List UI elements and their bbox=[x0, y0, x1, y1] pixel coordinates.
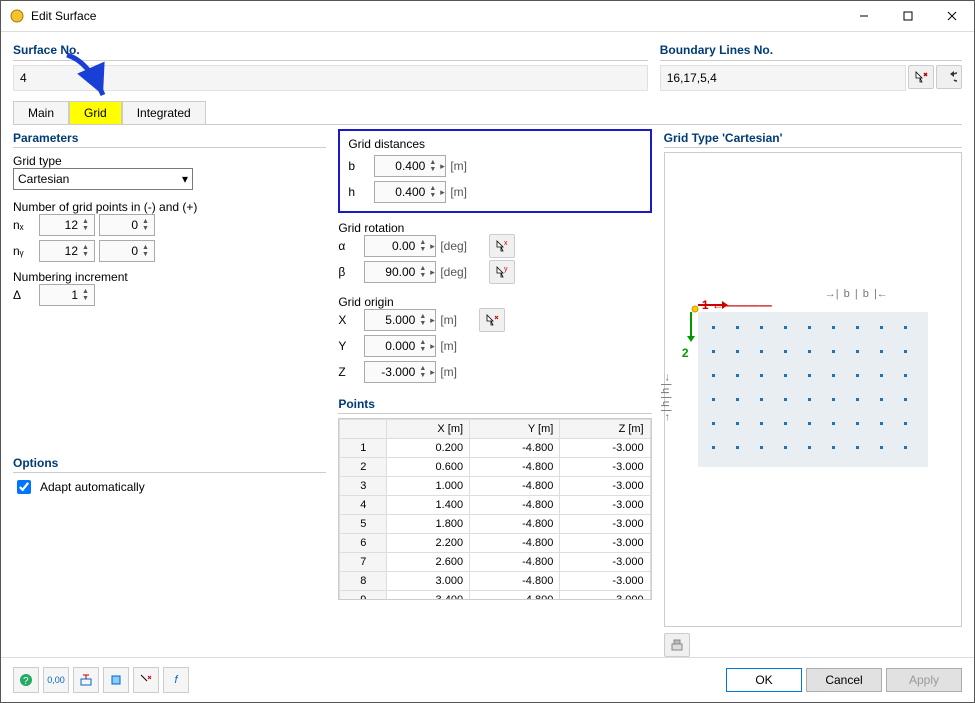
axis2-arrow bbox=[686, 312, 696, 342]
units-icon[interactable]: 0,00 bbox=[43, 667, 69, 693]
tab-main[interactable]: Main bbox=[13, 101, 69, 124]
points-heading: Points bbox=[338, 397, 651, 414]
preview-heading: Grid Type 'Cartesian' bbox=[664, 131, 962, 148]
nx-minus-input[interactable]: ▲▼ bbox=[39, 214, 95, 236]
ny-plus-input[interactable]: ▲▼ bbox=[99, 240, 155, 262]
pick-beta-icon[interactable]: y bbox=[489, 260, 515, 284]
svg-text:x: x bbox=[504, 240, 508, 247]
b-label: b bbox=[348, 159, 370, 173]
apply-button[interactable]: Apply bbox=[886, 668, 962, 692]
origin-marker bbox=[690, 304, 700, 314]
table-row[interactable]: 10.200-4.800-3.000 bbox=[340, 439, 650, 458]
adapt-checkbox[interactable] bbox=[17, 480, 31, 494]
col-z: Z [m] bbox=[560, 420, 650, 439]
boundary-field[interactable]: 16,17,5,4 bbox=[660, 65, 906, 91]
points-table: X [m] Y [m] Z [m] 10.200-4.800-3.00020.6… bbox=[339, 419, 650, 600]
help-icon[interactable]: ? bbox=[13, 667, 39, 693]
axis1-arrow bbox=[698, 300, 728, 310]
table-row[interactable]: 41.400-4.800-3.000 bbox=[340, 496, 650, 515]
grid-type-label: Grid type bbox=[13, 154, 326, 168]
svg-text:?: ? bbox=[23, 676, 29, 687]
tool-icon-4[interactable]: f bbox=[163, 667, 189, 693]
chevron-down-icon: ▾ bbox=[182, 172, 188, 186]
h-label: h bbox=[348, 185, 370, 199]
beta-input[interactable]: ▲▼▸ bbox=[364, 261, 436, 283]
svg-text:y: y bbox=[504, 266, 508, 273]
tab-integrated[interactable]: Integrated bbox=[122, 101, 206, 124]
table-row[interactable]: 51.800-4.800-3.000 bbox=[340, 515, 650, 534]
table-row[interactable]: 31.000-4.800-3.000 bbox=[340, 477, 650, 496]
origin-x-label: X bbox=[338, 313, 360, 327]
rotation-heading: Grid rotation bbox=[338, 221, 651, 235]
grid-points-label: Number of grid points in (-) and (+) bbox=[13, 200, 326, 214]
origin-y-input[interactable]: ▲▼▸ bbox=[364, 335, 436, 357]
tool-icon-1[interactable] bbox=[73, 667, 99, 693]
incr-sym: Δ bbox=[13, 288, 35, 302]
ny-minus-input[interactable]: ▲▼ bbox=[39, 240, 95, 262]
surface-no-field[interactable]: 4 bbox=[13, 65, 648, 91]
grid-type-select[interactable]: Cartesian ▾ bbox=[13, 168, 193, 190]
col-y: Y [m] bbox=[470, 420, 560, 439]
nx-plus-input[interactable]: ▲▼ bbox=[99, 214, 155, 236]
window-title: Edit Surface bbox=[31, 9, 96, 23]
incr-label: Numbering increment bbox=[13, 270, 326, 284]
ok-button[interactable]: OK bbox=[726, 668, 802, 692]
grid-dots bbox=[698, 312, 928, 467]
tool-icon-2[interactable] bbox=[103, 667, 129, 693]
tab-grid[interactable]: Grid bbox=[69, 101, 122, 124]
dialog-footer: ? 0,00 f OK Cancel Apply bbox=[1, 657, 974, 702]
beta-label: β bbox=[338, 265, 360, 279]
dim-b: →| b | b |← bbox=[825, 288, 888, 300]
maximize-button[interactable] bbox=[886, 1, 930, 31]
b-input[interactable]: ▲▼▸ bbox=[374, 155, 446, 177]
origin-y-label: Y bbox=[338, 339, 360, 353]
parameters-heading: Parameters bbox=[13, 131, 326, 148]
ny-label: nᵧ bbox=[13, 244, 35, 258]
table-row[interactable]: 20.600-4.800-3.000 bbox=[340, 458, 650, 477]
titlebar: Edit Surface bbox=[1, 1, 974, 32]
origin-z-input[interactable]: ▲▼▸ bbox=[364, 361, 436, 383]
table-row[interactable]: 83.000-4.800-3.000 bbox=[340, 572, 650, 591]
points-table-wrap[interactable]: X [m] Y [m] Z [m] 10.200-4.800-3.00020.6… bbox=[338, 418, 651, 600]
cancel-button[interactable]: Cancel bbox=[806, 668, 882, 692]
alpha-label: α bbox=[338, 239, 360, 253]
origin-heading: Grid origin bbox=[338, 295, 651, 309]
alpha-input[interactable]: ▲▼▸ bbox=[364, 235, 436, 257]
surface-no-label: Surface No. bbox=[13, 40, 648, 61]
reverse-icon[interactable] bbox=[936, 65, 962, 89]
nx-label: nₓ bbox=[13, 218, 35, 232]
tab-bar: Main Grid Integrated bbox=[13, 101, 962, 124]
origin-z-label: Z bbox=[338, 365, 360, 379]
table-row[interactable]: 72.600-4.800-3.000 bbox=[340, 553, 650, 572]
h-input[interactable]: ▲▼▸ bbox=[374, 181, 446, 203]
adapt-label: Adapt automatically bbox=[40, 480, 145, 494]
pick-lines-icon[interactable] bbox=[908, 65, 934, 89]
table-row[interactable]: 62.200-4.800-3.000 bbox=[340, 534, 650, 553]
origin-x-input[interactable]: ▲▼▸ bbox=[364, 309, 436, 331]
minimize-button[interactable] bbox=[842, 1, 886, 31]
close-button[interactable] bbox=[930, 1, 974, 31]
table-row[interactable]: 93.400-4.800-3.000 bbox=[340, 591, 650, 601]
preview-tool-icon[interactable] bbox=[664, 633, 690, 657]
distances-heading: Grid distances bbox=[348, 137, 641, 151]
boundary-label: Boundary Lines No. bbox=[660, 40, 962, 61]
incr-input[interactable]: ▲▼ bbox=[39, 284, 95, 306]
col-x: X [m] bbox=[387, 420, 470, 439]
axis-2: 2 bbox=[682, 346, 689, 360]
grid-distances-group: Grid distances b ▲▼▸ [m] h ▲▼▸ [m] bbox=[338, 129, 651, 213]
tool-icon-3[interactable] bbox=[133, 667, 159, 693]
dim-h: →| h | h |← bbox=[660, 372, 672, 423]
pick-alpha-icon[interactable]: x bbox=[489, 234, 515, 258]
app-icon bbox=[9, 8, 25, 24]
pick-origin-icon[interactable] bbox=[479, 308, 505, 332]
grid-preview: →| b | b |← 1 ←―――― 2 →| h | h |← bbox=[664, 152, 962, 627]
options-heading: Options bbox=[13, 456, 326, 473]
